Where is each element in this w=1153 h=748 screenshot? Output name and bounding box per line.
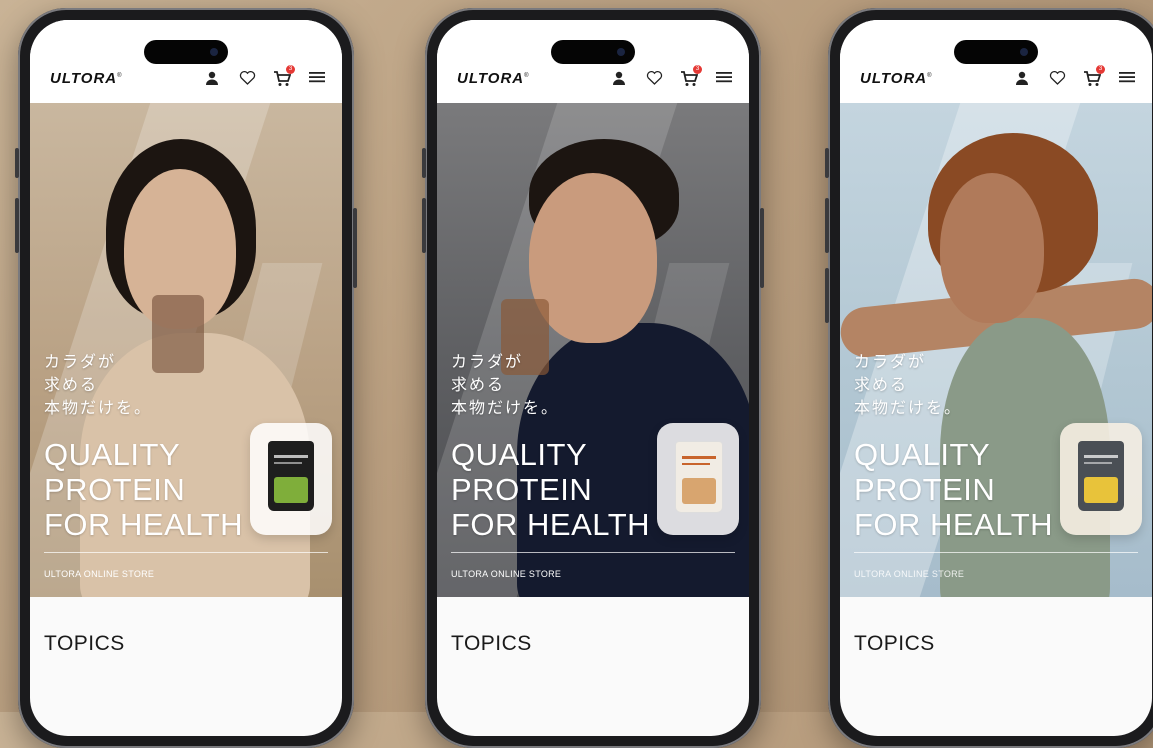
ultora-logo[interactable]: ULTORA® [457,70,530,87]
topics-heading: TOPICS [451,632,532,655]
phone-mockup-1: ULTORA® 3 カラダが 求める 本物だけを。 QUALITY PROTEI… [15,8,357,748]
dynamic-island [954,40,1038,64]
account-icon[interactable] [1013,70,1031,88]
side-button [825,148,829,178]
phone-screen: ULTORA® 3 カラダが 求める 本物だけを。 QUALITY PROTEI… [30,20,342,736]
cart-count-badge: 3 [286,65,295,74]
side-button [760,208,764,288]
account-icon[interactable] [203,70,221,88]
online-store-link[interactable]: ULTORA ONLINE STORE [44,569,154,579]
topics-heading: TOPICS [854,632,935,655]
hero-japanese-copy: カラダが 求める 本物だけを。 [854,354,963,417]
cart-count-badge: 3 [693,65,702,74]
phone-mockup-2: ULTORA® 3 カラダが 求める 本物だけを。 QUALITY PROTEI… [422,8,764,748]
protein-pouch [675,441,723,513]
product-thumbnail[interactable] [657,423,739,535]
side-button [422,148,426,178]
online-store-link[interactable]: ULTORA ONLINE STORE [854,569,964,579]
hero-banner[interactable]: カラダが 求める 本物だけを。 QUALITY PROTEIN FOR HEALTH U… [30,103,342,597]
ultora-logo[interactable]: ULTORA® [50,70,123,87]
protein-pouch [268,441,314,511]
hero-headline: QUALITY PROTEIN FOR HEALTH [854,437,1054,542]
cart-count-badge: 3 [1096,65,1105,74]
phone-screen: ULTORA® 3 カラダが 求める 本物だけを。 QUALITY PROTEI… [840,20,1152,736]
hero-divider [854,552,1138,553]
side-button [353,208,357,288]
ultora-logo[interactable]: ULTORA® [860,70,933,87]
heart-icon[interactable] [238,70,256,88]
hero-headline: QUALITY PROTEIN FOR HEALTH [44,437,244,542]
hero-divider [44,552,328,553]
product-thumbnail[interactable] [250,423,332,535]
hero-japanese-copy: カラダが 求める 本物だけを。 [451,354,560,417]
side-button [422,198,426,253]
heart-icon[interactable] [1048,70,1066,88]
phone-screen: ULTORA® 3 カラダが 求める 本物だけを。 QUALITY PROTEI… [437,20,749,736]
online-store-link[interactable]: ULTORA ONLINE STORE [451,569,561,579]
hero-japanese-copy: カラダが 求める 本物だけを。 [44,354,153,417]
cart-icon[interactable]: 3 [273,65,295,88]
product-thumbnail[interactable] [1060,423,1142,535]
model-face [940,173,1044,323]
phone-mockup-3: ULTORA® 3 カラダが 求める 本物だけを。 QUALITY PROTEI… [825,8,1153,748]
menu-icon[interactable] [715,70,733,88]
heart-icon[interactable] [645,70,663,88]
protein-pouch [1078,441,1124,511]
dynamic-island [144,40,228,64]
drink-glass [152,295,204,373]
cart-icon[interactable]: 3 [1083,65,1105,88]
side-button [15,198,19,253]
menu-icon[interactable] [308,70,326,88]
cart-icon[interactable]: 3 [680,65,702,88]
side-button [825,198,829,253]
hero-headline: QUALITY PROTEIN FOR HEALTH [451,437,651,542]
hero-banner[interactable]: カラダが 求める 本物だけを。 QUALITY PROTEIN FOR HEALTH U… [437,103,749,597]
side-button [825,268,829,323]
hero-banner[interactable]: カラダが 求める 本物だけを。 QUALITY PROTEIN FOR HEALTH U… [840,103,1152,597]
side-button [15,148,19,178]
menu-icon[interactable] [1118,70,1136,88]
topics-heading: TOPICS [44,632,125,655]
account-icon[interactable] [610,70,628,88]
hero-divider [451,552,735,553]
dynamic-island [551,40,635,64]
